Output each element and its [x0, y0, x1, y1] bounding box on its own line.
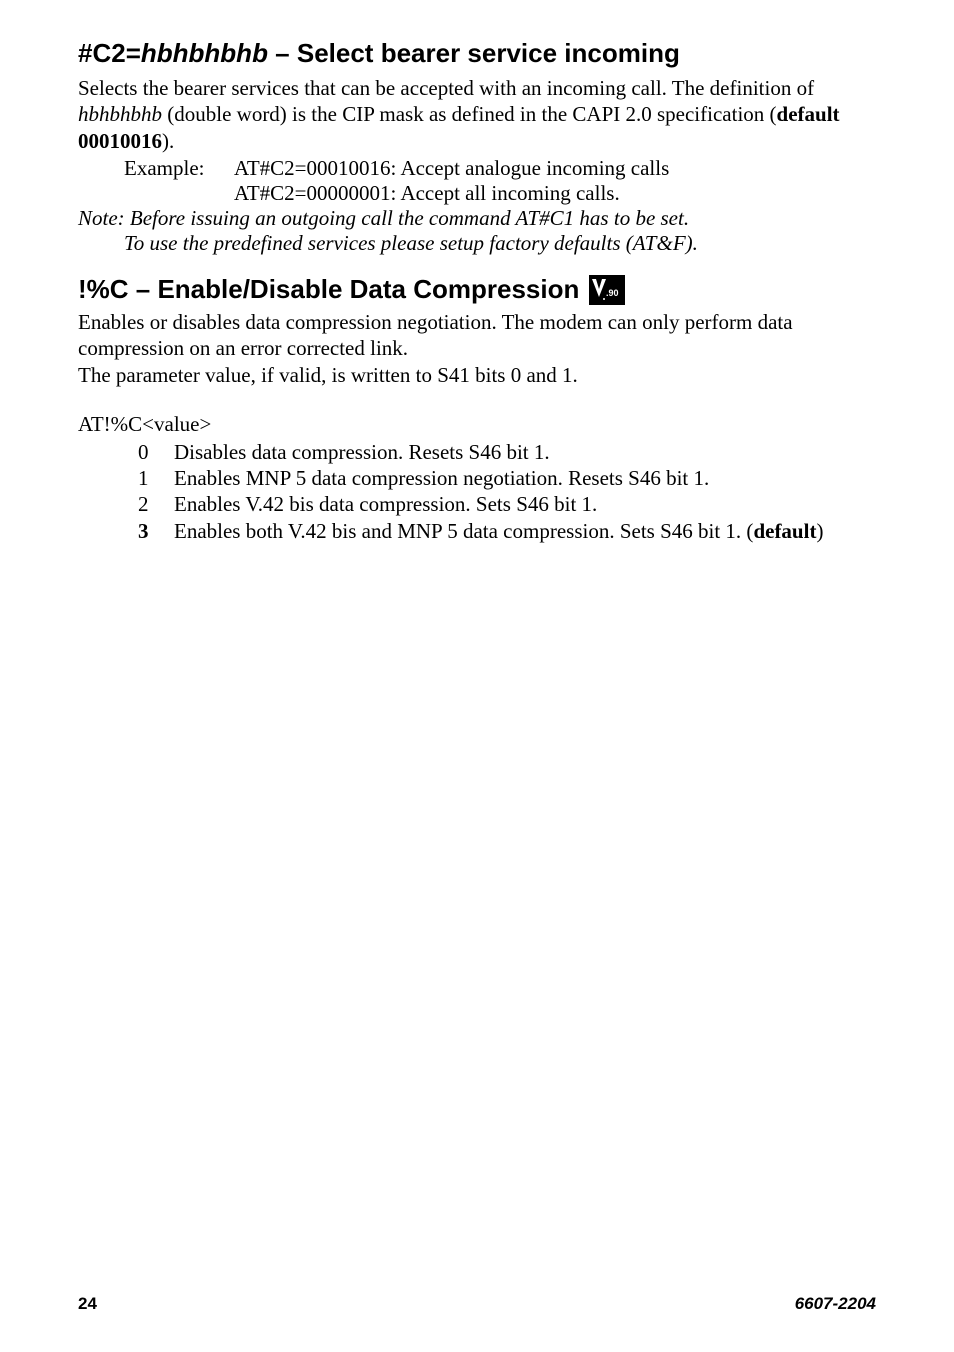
value-list: 0 Disables data compression. Resets S46 …: [78, 439, 876, 544]
example-line-2: AT#C2=00000001: Accept all incoming call…: [78, 181, 876, 206]
heading-suffix: – Select bearer service incoming: [268, 38, 680, 68]
example-indent-spacer: [78, 181, 124, 206]
list-text: Enables V.42 bis data compression. Sets …: [174, 491, 876, 517]
list-number: 3: [138, 518, 174, 544]
list-text-main: Enables both V.42 bis and MNP 5 data com…: [174, 519, 753, 543]
list-number: 1: [138, 465, 174, 491]
list-number: 0: [138, 439, 174, 465]
note-line-1: Note: Before issuing an outgoing call th…: [78, 206, 876, 231]
example-block: Example: AT#C2=00010016: Accept analogue…: [78, 156, 876, 206]
page-number: 24: [78, 1294, 97, 1314]
section1-heading: #C2=hbhbhbhb – Select bearer service inc…: [78, 38, 876, 69]
document-number: 6607-2204: [795, 1294, 876, 1314]
example-label-empty: [124, 181, 234, 206]
example-indent-spacer: [78, 156, 124, 181]
list-text: Enables MNP 5 data compression negotiati…: [174, 465, 876, 491]
example-label: Example:: [124, 156, 234, 181]
para1-b: (double word) is the CIP mask as defined…: [162, 102, 777, 126]
para1-italic: hbhbhbhb: [78, 102, 162, 126]
section2-para2: The parameter value, if valid, is writte…: [78, 362, 876, 388]
heading-prefix: #C2=: [78, 38, 141, 68]
example-value-2: AT#C2=00000001: Accept all incoming call…: [234, 181, 876, 206]
section2-heading: !%C – Enable/Disable Data Compression: [78, 274, 579, 305]
svg-text:.90: .90: [606, 288, 619, 298]
list-item: 3 Enables both V.42 bis and MNP 5 data c…: [78, 518, 876, 544]
para1-c: ).: [162, 129, 174, 153]
list-item: 1 Enables MNP 5 data compression negotia…: [78, 465, 876, 491]
list-text-bold: default: [753, 519, 816, 543]
list-indent-spacer: [78, 439, 138, 465]
list-item: 2 Enables V.42 bis data compression. Set…: [78, 491, 876, 517]
section2-para1: Enables or disables data compression neg…: [78, 309, 876, 362]
section1-paragraph: Selects the bearer services that can be …: [78, 75, 876, 154]
example-value-1: AT#C2=00010016: Accept analogue incoming…: [234, 156, 876, 181]
note-block: Note: Before issuing an outgoing call th…: [78, 206, 876, 256]
example-line-1: Example: AT#C2=00010016: Accept analogue…: [78, 156, 876, 181]
heading-italic: hbhbhbhb: [141, 38, 268, 68]
list-item: 0 Disables data compression. Resets S46 …: [78, 439, 876, 465]
list-indent-spacer: [78, 491, 138, 517]
at-command-line: AT!%C<value>: [78, 412, 876, 437]
list-indent-spacer: [78, 518, 138, 544]
para1-a: Selects the bearer services that can be …: [78, 76, 814, 100]
list-indent-spacer: [78, 465, 138, 491]
list-text-close: ): [816, 519, 823, 543]
note-line-2: To use the predefined services please se…: [124, 231, 876, 256]
list-text: Disables data compression. Resets S46 bi…: [174, 439, 876, 465]
list-text: Enables both V.42 bis and MNP 5 data com…: [174, 518, 876, 544]
section2-heading-row: !%C – Enable/Disable Data Compression .9…: [78, 274, 876, 305]
v90-icon: .90: [589, 275, 625, 305]
page-footer: 24 6607-2204: [78, 1294, 876, 1314]
list-number: 2: [138, 491, 174, 517]
document-page: #C2=hbhbhbhb – Select bearer service inc…: [0, 0, 954, 544]
